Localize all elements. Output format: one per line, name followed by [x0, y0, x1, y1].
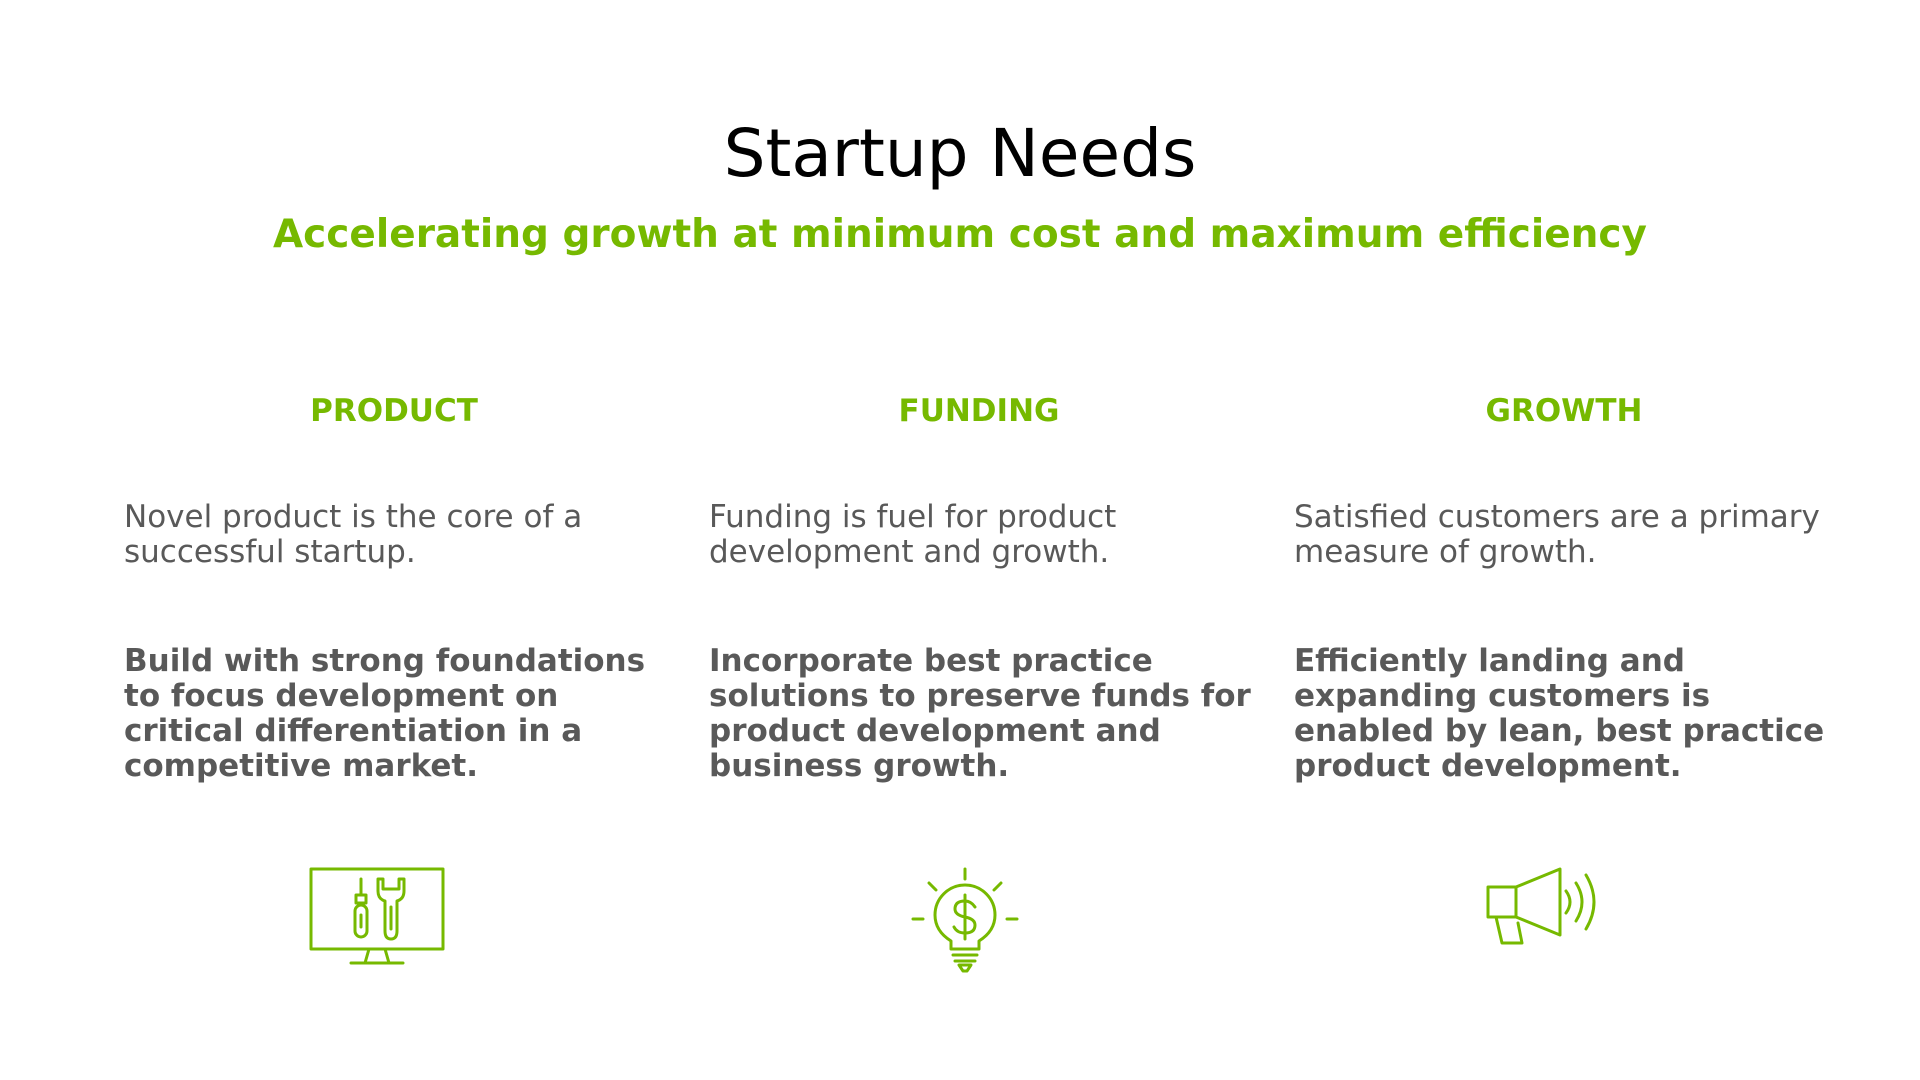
column-detail-funding: Incorporate best practice solutions to p… — [709, 643, 1251, 784]
column-intro-product: Novel product is the core of a successfu… — [124, 499, 583, 570]
slide: Startup Needs Accelerating growth at min… — [0, 0, 1920, 1080]
slide-subtitle: Accelerating growth at minimum cost and … — [273, 212, 1647, 257]
slide-title: Startup Needs — [723, 115, 1197, 192]
column-detail-product: Build with strong foundations to focus d… — [124, 643, 646, 784]
lightbulb-dollar-icon — [909, 865, 1021, 981]
monitor-tools-icon — [307, 865, 447, 973]
column-intro-growth: Satisfied customers are a primary measur… — [1294, 499, 1820, 570]
column-heading-product: PRODUCT — [310, 393, 478, 429]
megaphone-icon — [1484, 865, 1604, 959]
column-intro-funding: Funding is fuel for product development … — [709, 499, 1117, 570]
column-detail-growth: Efficiently landing and expanding custom… — [1294, 643, 1825, 784]
column-heading-funding: FUNDING — [898, 393, 1060, 429]
column-heading-growth: GROWTH — [1485, 393, 1643, 429]
